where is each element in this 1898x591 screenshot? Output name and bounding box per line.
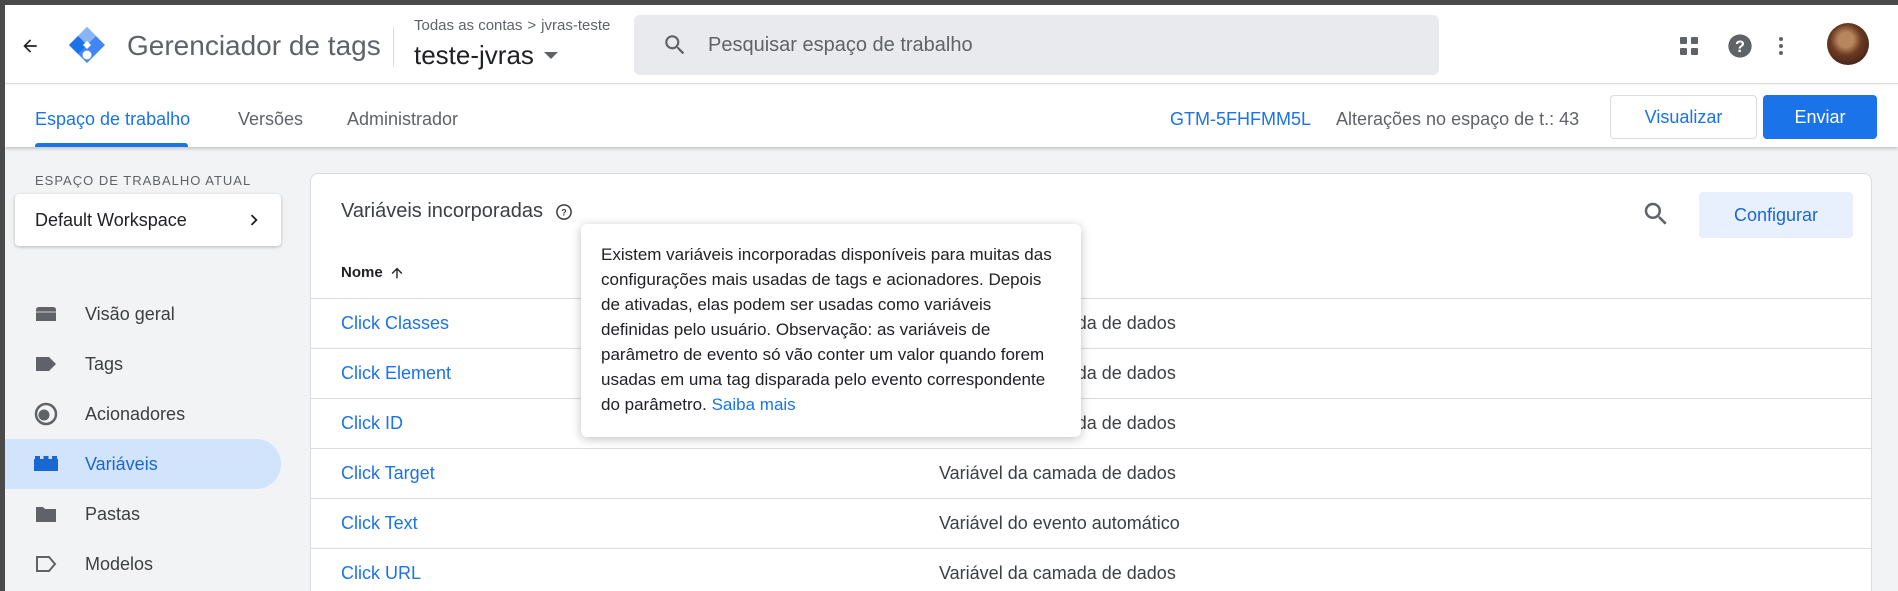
help-outline-icon[interactable]: ? — [555, 203, 573, 221]
sidebar-item-triggers[interactable]: Acionadores — [5, 389, 281, 439]
column-header-name[interactable]: Nome — [341, 264, 405, 281]
tooltip-text: Existem variáveis incorporadas disponíve… — [601, 245, 1052, 414]
breadcrumb[interactable]: Todas as contas > jvras-teste — [414, 17, 610, 34]
breadcrumb-separator: > — [527, 17, 537, 34]
variable-name-link[interactable]: Click Classes — [341, 313, 449, 334]
preview-button[interactable]: Visualizar — [1610, 95, 1757, 139]
workspace-selector[interactable]: Default Workspace — [15, 194, 281, 246]
variable-name-link[interactable]: Click Element — [341, 363, 451, 384]
workspace-search[interactable] — [634, 15, 1439, 75]
table-row: Click URL Variável da camada de dados — [311, 549, 1871, 591]
apps-grid-icon[interactable] — [1674, 31, 1704, 61]
sidebar-item-templates[interactable]: Modelos — [5, 539, 281, 589]
submit-button[interactable]: Enviar — [1763, 95, 1877, 139]
trigger-icon — [33, 402, 59, 426]
svg-text:?: ? — [1735, 38, 1745, 56]
table-row: Click ID Variável da camada de dados — [311, 399, 1871, 449]
workspace-changes-count: Alterações no espaço de t.: 43 — [1336, 109, 1580, 129]
app-window: Gerenciador de tags Todas as contas > jvra… — [5, 5, 1898, 591]
svg-text:?: ? — [561, 207, 567, 217]
tab-workspace[interactable]: Espaço de trabalho — [35, 109, 190, 130]
tab-admin[interactable]: Administrador — [347, 109, 458, 130]
table-row: Click Classes Variável da camada de dado… — [311, 299, 1871, 349]
container-selector[interactable]: teste-jvras — [414, 40, 558, 71]
table-row: Click Text Variável do evento automático — [311, 499, 1871, 549]
configure-button[interactable]: Configurar — [1699, 192, 1853, 238]
variable-name-link[interactable]: Click ID — [341, 413, 403, 434]
help-icon[interactable]: ? — [1725, 31, 1755, 61]
column-header-label: Nome — [341, 264, 383, 281]
sidebar-item-label: Tags — [85, 354, 124, 374]
builtin-variables-card: Variáveis incorporadas ? Configurar Nome… — [310, 173, 1872, 591]
variable-type: Variável da camada de dados — [939, 563, 1176, 583]
chevron-right-icon — [250, 214, 258, 226]
sidebar-item-label: Modelos — [85, 554, 154, 574]
active-tab-indicator — [35, 143, 188, 147]
gtm-logo[interactable] — [67, 25, 107, 65]
sidebar-item-variables[interactable]: Variáveis — [5, 439, 281, 489]
top-bar: Gerenciador de tags Todas as contas > jvra… — [5, 5, 1898, 84]
variable-name-link[interactable]: Click Target — [341, 463, 435, 484]
workspace-section-label: ESPAÇO DE TRABALHO ATUAL — [35, 173, 252, 188]
table-row: Click Element Variável da camada de dado… — [311, 349, 1871, 399]
container-name: teste-jvras — [414, 40, 534, 70]
divider — [393, 27, 394, 67]
variable-name-link[interactable]: Click Text — [341, 513, 418, 534]
learn-more-link[interactable]: Saiba mais — [712, 395, 796, 414]
sort-arrow-up-icon — [391, 267, 403, 278]
template-icon — [33, 552, 59, 576]
sub-navigation: Espaço de trabalho Versões Administrador… — [5, 85, 1898, 147]
sidebar-item-label: Visão geral — [85, 304, 175, 324]
sidebar-item-label: Acionadores — [85, 404, 186, 424]
table-row: Click Target Variável da camada de dados — [311, 449, 1871, 499]
breadcrumb-accounts[interactable]: Todas as contas — [414, 17, 522, 34]
variable-type: Variável da camada de dados — [939, 463, 1176, 483]
sidebar-item-label: Pastas — [85, 504, 141, 524]
avatar[interactable] — [1827, 23, 1869, 65]
sidebar-item-overview[interactable]: Visão geral — [5, 289, 281, 339]
workspace-name: Default Workspace — [35, 209, 187, 230]
breadcrumb-account[interactable]: jvras-teste — [541, 17, 610, 34]
overview-icon — [33, 302, 59, 326]
search-input[interactable] — [708, 33, 1308, 57]
folder-icon — [33, 502, 59, 526]
sidebar-item-folders[interactable]: Pastas — [5, 489, 281, 539]
tab-versions[interactable]: Versões — [238, 109, 303, 130]
help-tooltip: Existem variáveis incorporadas disponíve… — [581, 224, 1081, 437]
variables-icon — [33, 452, 59, 476]
sidebar-item-label: Variáveis — [85, 454, 158, 474]
search-icon[interactable] — [1641, 199, 1671, 229]
back-arrow-icon[interactable] — [13, 31, 47, 61]
card-title-text: Variáveis incorporadas — [341, 200, 543, 222]
search-icon — [665, 35, 685, 55]
app-title: Gerenciador de tags — [127, 30, 381, 61]
variable-type: Variável do evento automático — [939, 513, 1180, 533]
tag-icon — [33, 352, 59, 376]
chevron-down-icon — [543, 52, 558, 59]
sidebar-item-tags[interactable]: Tags — [5, 339, 281, 389]
more-vert-icon[interactable] — [1766, 31, 1796, 61]
card-title: Variáveis incorporadas ? — [341, 200, 573, 223]
variable-name-link[interactable]: Click URL — [341, 563, 421, 584]
container-id-link[interactable]: GTM-5FHFMM5L — [1170, 109, 1311, 130]
